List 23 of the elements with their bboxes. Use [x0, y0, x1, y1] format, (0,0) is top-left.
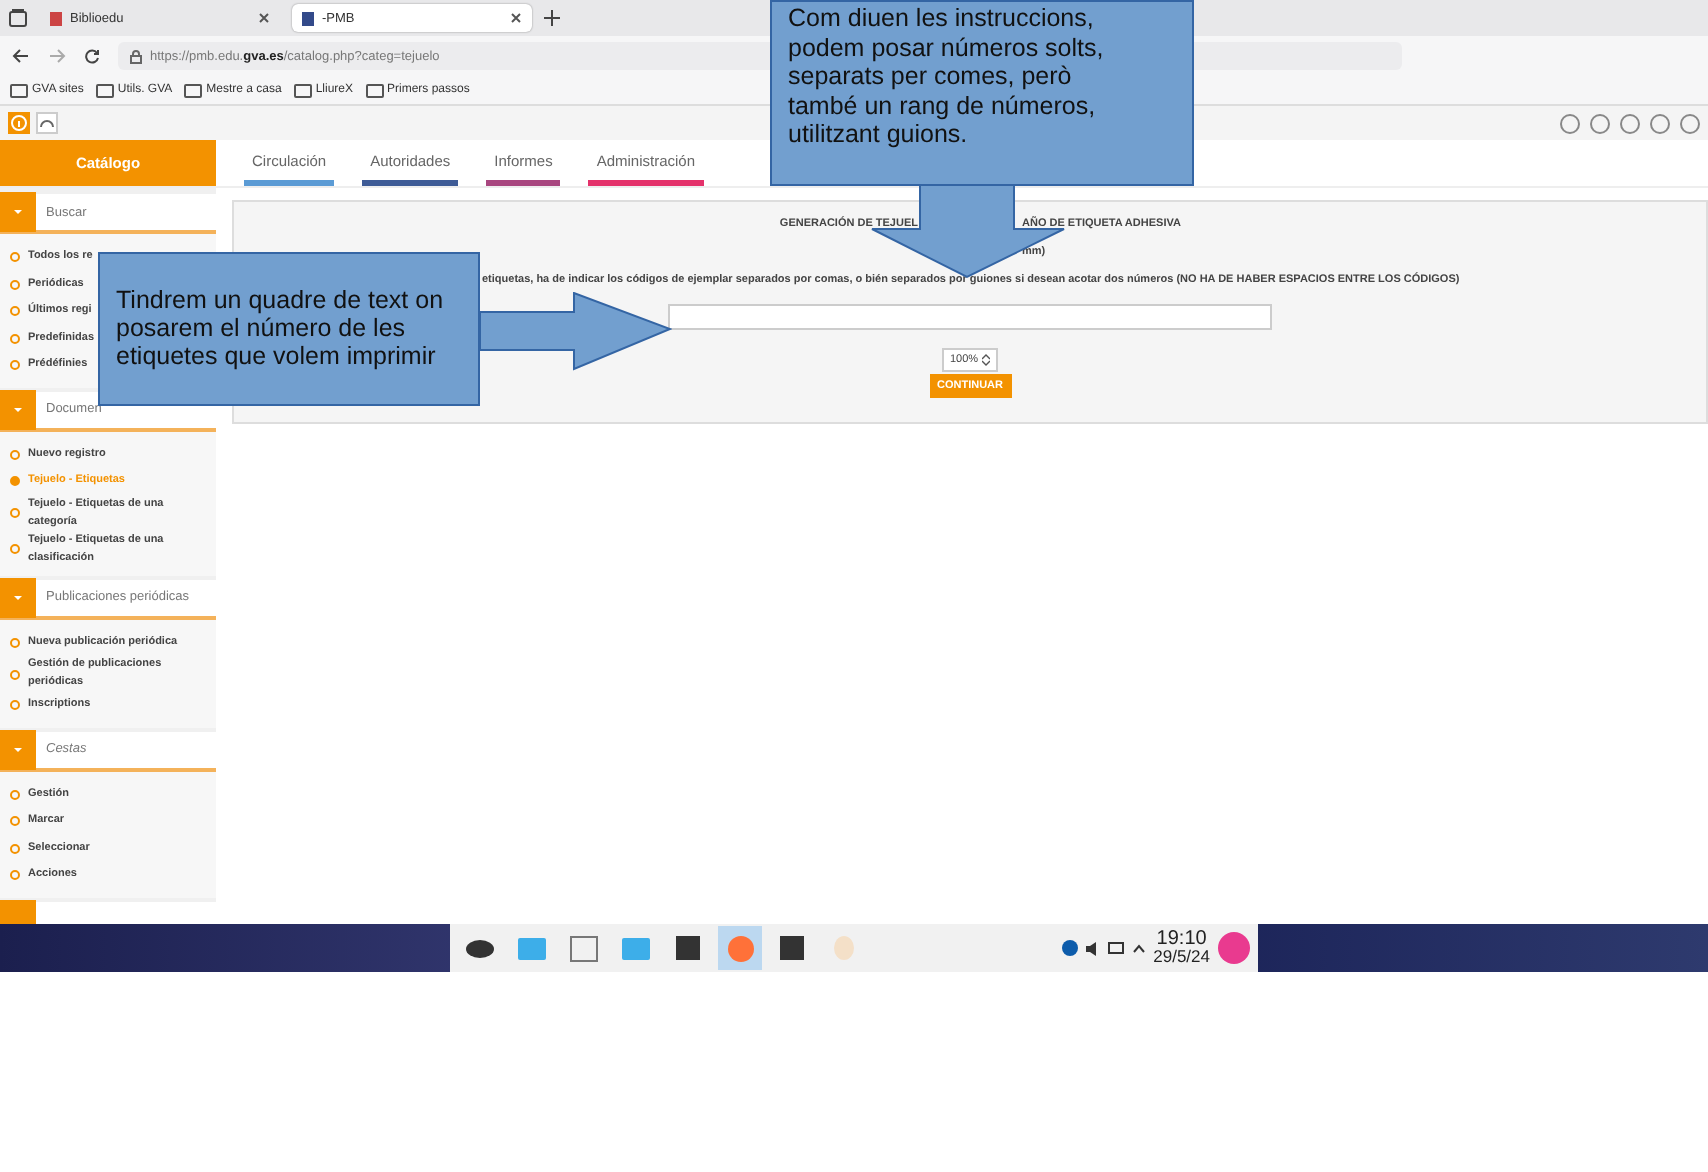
user-avatar-icon[interactable]: [1218, 932, 1250, 964]
clock-time: 19:10: [1156, 930, 1207, 948]
forward-icon[interactable]: [48, 48, 66, 64]
tab-list-icon[interactable]: [8, 8, 28, 28]
monitor-icon[interactable]: [1107, 941, 1124, 955]
caret-icon: [14, 210, 22, 214]
volume-icon[interactable]: [1085, 941, 1100, 955]
close-icon[interactable]: [258, 12, 270, 24]
caret-icon: [14, 747, 22, 751]
callout-text: Tindrem un quadre de text on posarem el número de les etiquetes que volem imprimir: [116, 286, 444, 370]
caret-icon: [14, 407, 22, 411]
clock-date: 29/5/24: [1153, 948, 1210, 966]
reload-icon[interactable]: [84, 48, 100, 64]
new-tab-icon[interactable]: [544, 10, 560, 26]
updown-arrows-icon: [982, 354, 991, 366]
back-icon[interactable]: [12, 48, 30, 64]
close-icon[interactable]: [510, 12, 522, 24]
caret-icon: [14, 595, 22, 599]
codes-input[interactable]: [668, 304, 1272, 330]
expand-icon[interactable]: [1131, 943, 1146, 953]
lock-icon: [130, 49, 142, 63]
info-icon[interactable]: [8, 112, 30, 134]
gauge-icon[interactable]: [36, 112, 58, 134]
